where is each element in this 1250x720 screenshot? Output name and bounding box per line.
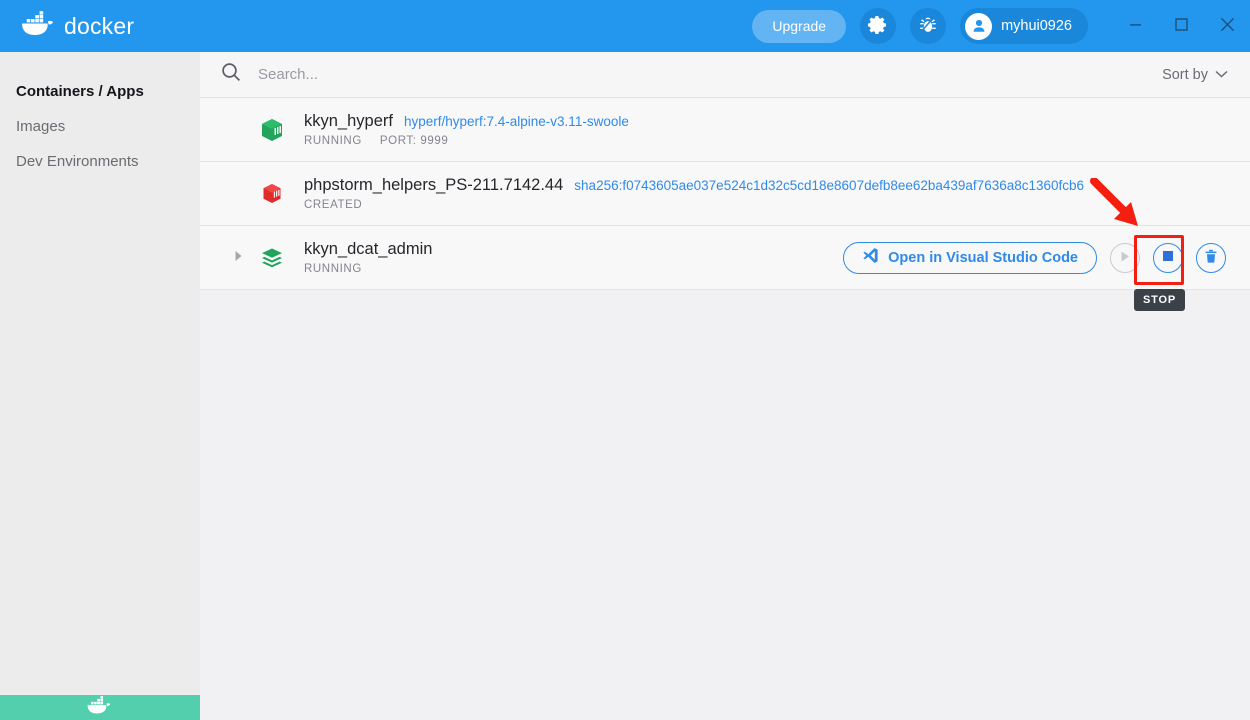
main-content: Sort by — [200, 52, 1250, 720]
status-badge: RUNNING — [304, 263, 362, 275]
settings-button[interactable] — [860, 8, 896, 44]
minimize-button[interactable] — [1112, 0, 1158, 52]
container-image-link[interactable]: hyperf/hyperf:7.4-alpine-v3.11-swoole — [404, 114, 629, 129]
sidebar-item-containers-apps[interactable]: Containers / Apps — [0, 74, 200, 109]
docker-desktop-window: docker Upgrade — [0, 0, 1250, 720]
visual-studio-code-icon — [862, 247, 879, 268]
status-badge: RUNNING — [304, 135, 362, 147]
layers-stack-icon — [250, 243, 294, 273]
status-badge: CREATED — [304, 199, 362, 211]
table-row[interactable]: kkyn_hyperf hyperf/hyperf:7.4-alpine-v3.… — [200, 98, 1250, 162]
bug-icon — [918, 15, 938, 38]
sidebar: Containers / Apps Images Dev Environment… — [0, 52, 200, 720]
sidebar-item-images[interactable]: Images — [0, 109, 200, 144]
title-bar: docker Upgrade — [0, 0, 1250, 52]
table-row[interactable]: kkyn_dcat_admin RUNNING — [200, 226, 1250, 290]
maximize-button[interactable] — [1158, 0, 1204, 52]
stop-icon — [1162, 250, 1174, 265]
open-in-visual-studio-code-button[interactable]: Open in Visual Studio Code — [843, 242, 1097, 274]
stop-tooltip: STOP — [1134, 289, 1185, 311]
container-port: PORT: 9999 — [380, 135, 448, 147]
table-row[interactable]: phpstorm_helpers_PS-211.7142.44 sha256:f… — [200, 162, 1250, 226]
window-controls — [1112, 0, 1250, 52]
search-icon — [220, 61, 242, 88]
search-toolbar: Sort by — [200, 52, 1250, 98]
title-bar-controls: Upgrade — [752, 0, 1250, 52]
chevron-right-icon — [234, 249, 244, 267]
status-bar — [0, 695, 200, 720]
sidebar-item-dev-environments[interactable]: Dev Environments — [0, 144, 200, 179]
upgrade-button[interactable]: Upgrade — [752, 10, 846, 43]
container-name: phpstorm_helpers_PS-211.7142.44 — [304, 176, 563, 195]
play-icon — [1119, 250, 1131, 266]
docker-whale-icon — [87, 696, 113, 720]
close-icon — [1220, 17, 1235, 35]
container-list: kkyn_hyperf hyperf/hyperf:7.4-alpine-v3.… — [200, 98, 1250, 290]
container-image-link[interactable]: sha256:f0743605ae037e524c1d32c5cd18e8607… — [574, 178, 1084, 193]
user-avatar-icon — [965, 13, 992, 40]
chevron-down-icon — [1215, 67, 1228, 83]
brand-label: docker — [64, 13, 134, 40]
sort-by-label: Sort by — [1162, 67, 1208, 83]
row-text: kkyn_hyperf hyperf/hyperf:7.4-alpine-v3.… — [304, 112, 629, 147]
bug-report-button[interactable] — [910, 8, 946, 44]
docker-whale-icon — [22, 11, 56, 42]
close-button[interactable] — [1204, 0, 1250, 52]
row-text: phpstorm_helpers_PS-211.7142.44 sha256:f… — [304, 176, 1084, 211]
row-text: kkyn_dcat_admin RUNNING — [304, 240, 432, 275]
search-input[interactable] — [258, 52, 1156, 97]
docker-logo: docker — [22, 11, 134, 42]
container-box-icon — [250, 115, 294, 145]
delete-button[interactable] — [1196, 243, 1226, 273]
minimize-icon — [1129, 18, 1142, 34]
stop-button[interactable] — [1153, 243, 1183, 273]
start-button[interactable] — [1110, 243, 1140, 273]
user-name-label: myhui0926 — [1001, 18, 1072, 34]
container-name: kkyn_dcat_admin — [304, 240, 432, 259]
container-box-icon — [250, 179, 294, 209]
sort-by-button[interactable]: Sort by — [1156, 63, 1234, 87]
user-account-button[interactable]: myhui0926 — [960, 8, 1088, 44]
gear-icon — [868, 15, 888, 38]
row-actions: Open in Visual Studio Code — [843, 242, 1250, 274]
trash-icon — [1204, 249, 1218, 267]
row-expand-toggle[interactable] — [228, 249, 250, 267]
open-in-visual-studio-code-label: Open in Visual Studio Code — [888, 250, 1078, 266]
container-name: kkyn_hyperf — [304, 112, 393, 131]
maximize-icon — [1175, 18, 1188, 34]
